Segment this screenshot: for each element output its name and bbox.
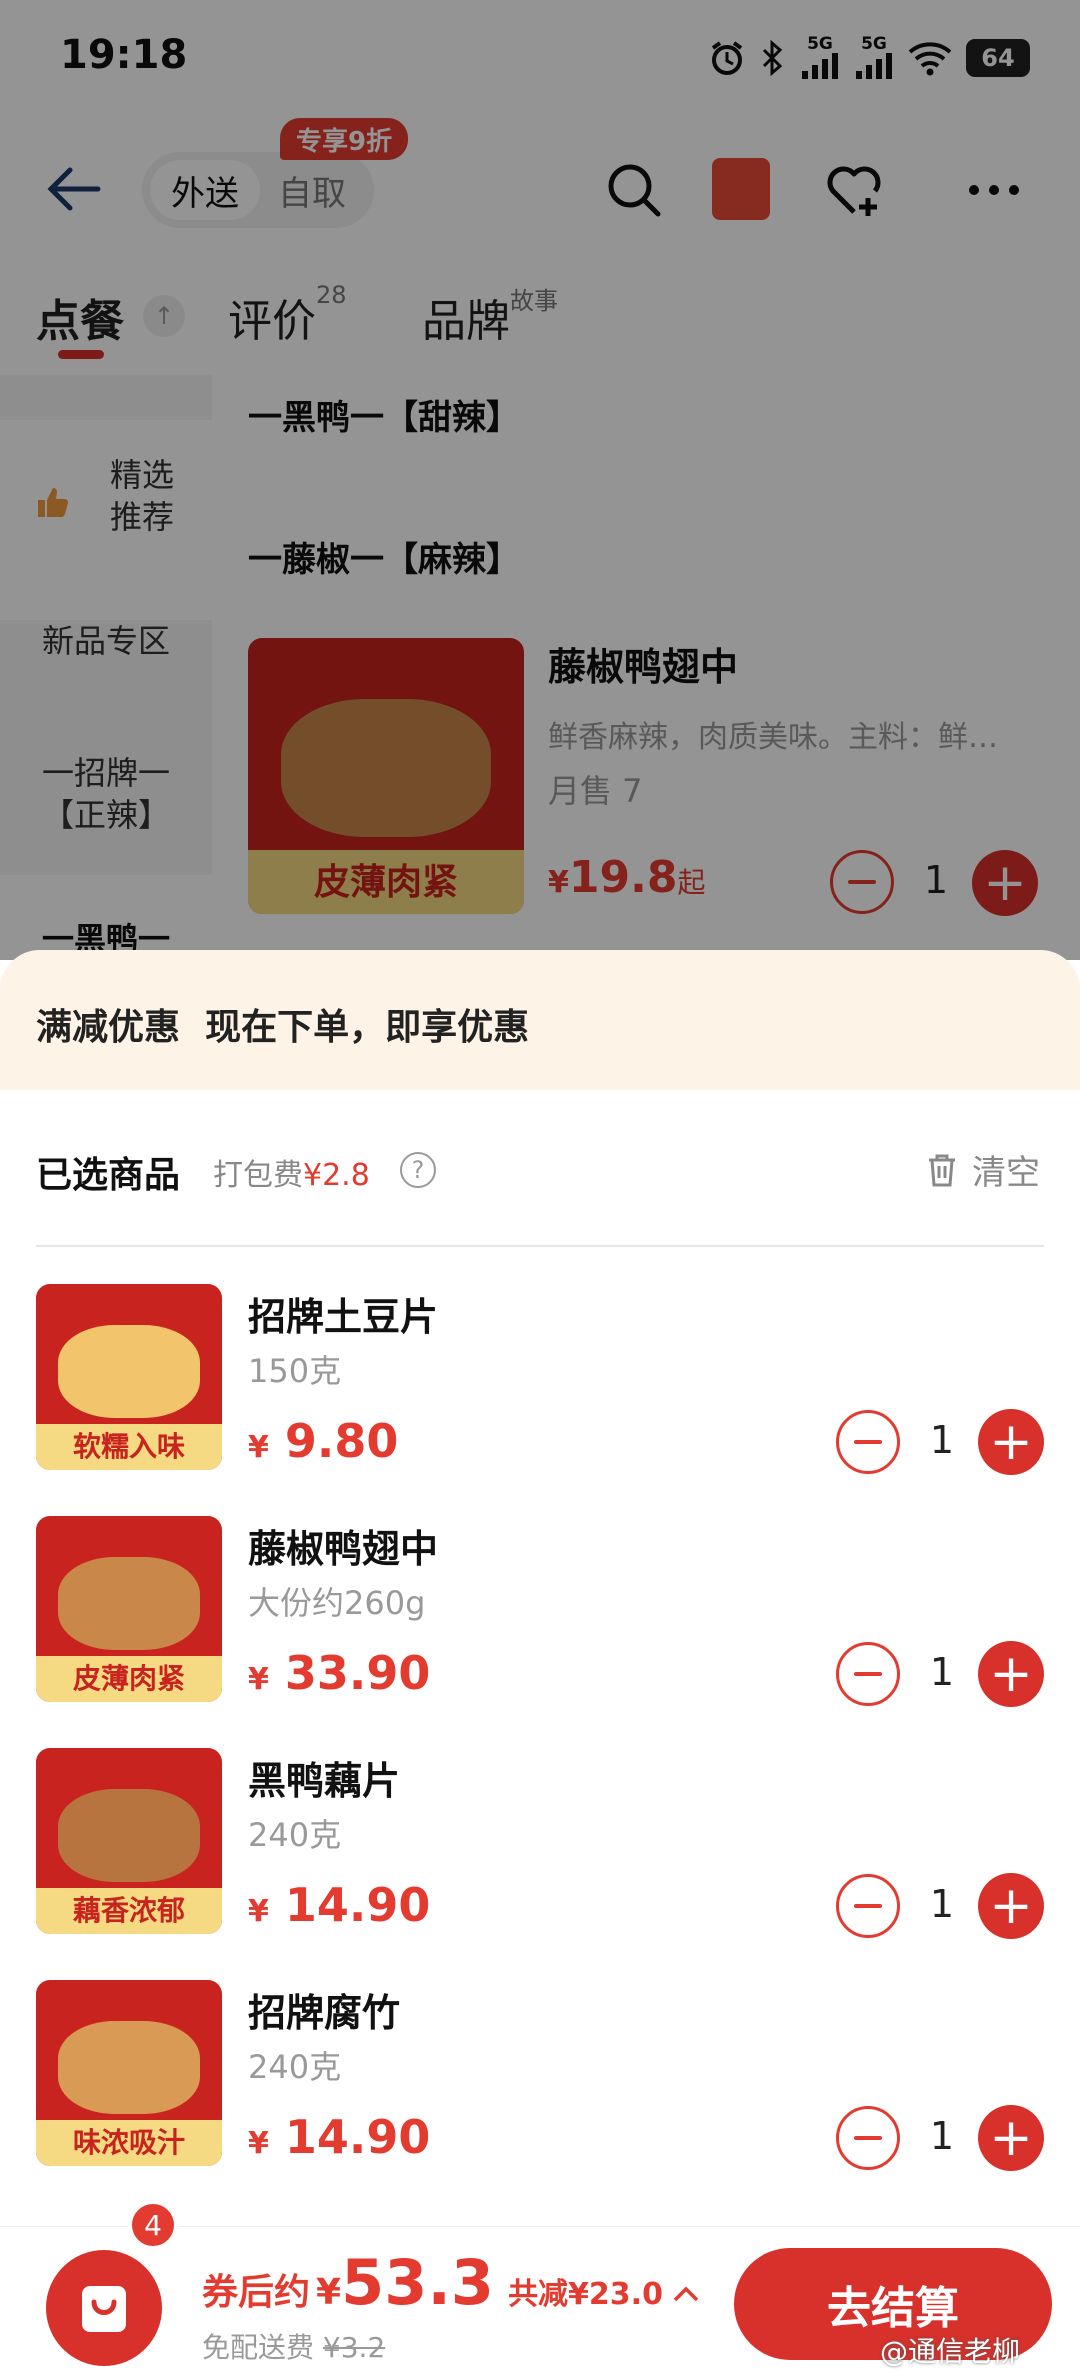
cart-count-badge: 4: [128, 2200, 178, 2250]
increase-button[interactable]: +: [978, 1873, 1044, 1939]
help-icon[interactable]: ?: [400, 1152, 436, 1188]
cart-item-price: ¥ 9.80: [248, 1414, 398, 1468]
quantity: 1: [929, 1882, 955, 1926]
price-value: 14.90: [284, 1878, 431, 1932]
increase-button[interactable]: +: [978, 1641, 1044, 1707]
cart-item-price: ¥ 14.90: [248, 1878, 430, 1932]
trash-icon: [929, 1154, 955, 1186]
food-image-band: 皮薄肉紧: [36, 1656, 222, 1702]
packing-fee-value: ¥2.8: [303, 1158, 370, 1193]
total-discount[interactable]: 共减¥23.0: [508, 2269, 663, 2313]
decrease-button[interactable]: [836, 1874, 900, 1938]
cart-item-spec: 大份约260g: [248, 1584, 426, 1622]
delivery-fee: 免配送费 ¥3.2: [202, 2326, 385, 2366]
price-value: 33.90: [284, 1646, 431, 1700]
price-value: 14.90: [284, 2110, 431, 2164]
price-value: 9.80: [284, 1414, 399, 1468]
cart-item-image[interactable]: 藕香浓郁: [36, 1748, 222, 1934]
shopping-bag-icon: [82, 2286, 126, 2332]
currency-symbol: ¥: [248, 1430, 269, 1465]
quantity: 1: [929, 1418, 955, 1462]
packing-fee: 打包费¥2.8: [213, 1150, 370, 1194]
currency-symbol: ¥: [316, 2272, 342, 2313]
cart-item-price: ¥ 14.90: [248, 2110, 430, 2164]
delivery-label: 免配送费: [202, 2331, 315, 2364]
cart-item-name: 藤椒鸭翅中: [248, 1527, 439, 1571]
decrease-button[interactable]: [836, 2106, 900, 2170]
clear-cart-button[interactable]: 清空: [926, 1145, 1040, 1194]
watermark: @通信老柳: [880, 2335, 1021, 2368]
food-pile: [58, 1556, 200, 1650]
cart-item-spec: 240克: [248, 1816, 342, 1854]
quantity: 1: [929, 2114, 955, 2158]
increase-button[interactable]: +: [978, 2105, 1044, 2171]
total-amount: 53.3: [341, 2246, 495, 2319]
increase-button[interactable]: +: [978, 1409, 1044, 1475]
chevron-up-icon[interactable]: [671, 2284, 701, 2304]
divider: [36, 1245, 1044, 1247]
food-image-band: 味浓吸汁: [36, 2120, 222, 2166]
food-pile: [58, 1788, 200, 1882]
dim-overlay[interactable]: [0, 0, 1080, 960]
decrease-button[interactable]: [836, 1642, 900, 1706]
decrease-button[interactable]: [836, 1410, 900, 1474]
cart-item-image[interactable]: 软糯入味: [36, 1284, 222, 1470]
currency-symbol: ¥: [248, 2126, 269, 2161]
cart-button[interactable]: [46, 2250, 162, 2366]
total-price: 券后约 ¥ 53.3 共减¥23.0: [202, 2246, 701, 2319]
after-coupon-label: 券后约: [202, 2272, 311, 2313]
food-pile: [58, 1324, 200, 1418]
food-pile: [58, 2020, 200, 2114]
delivery-original-fee: ¥3.2: [322, 2331, 386, 2364]
cart-item-price: ¥ 33.90: [248, 1646, 430, 1700]
cart-item-image[interactable]: 皮薄肉紧: [36, 1516, 222, 1702]
discount-banner-text: 满减优惠 现在下单，即享优惠: [36, 1007, 530, 1048]
food-image-band: 软糯入味: [36, 1424, 222, 1470]
quantity: 1: [929, 1650, 955, 1694]
cart-item-name: 招牌土豆片: [248, 1295, 439, 1339]
clear-label: 清空: [972, 1153, 1040, 1193]
cart-item-image[interactable]: 味浓吸汁: [36, 1980, 222, 2166]
food-image-band: 藕香浓郁: [36, 1888, 222, 1934]
currency-symbol: ¥: [248, 1894, 269, 1929]
cart-item-name: 黑鸭藕片: [248, 1759, 401, 1803]
packing-fee-label: 打包费: [213, 1158, 303, 1193]
selected-items-title: 已选商品: [36, 1155, 181, 1196]
currency-symbol: ¥: [248, 1662, 269, 1697]
cart-item-spec: 240克: [248, 2048, 342, 2086]
cart-item-name: 招牌腐竹: [248, 1991, 401, 2035]
cart-item-spec: 150克: [248, 1352, 342, 1390]
